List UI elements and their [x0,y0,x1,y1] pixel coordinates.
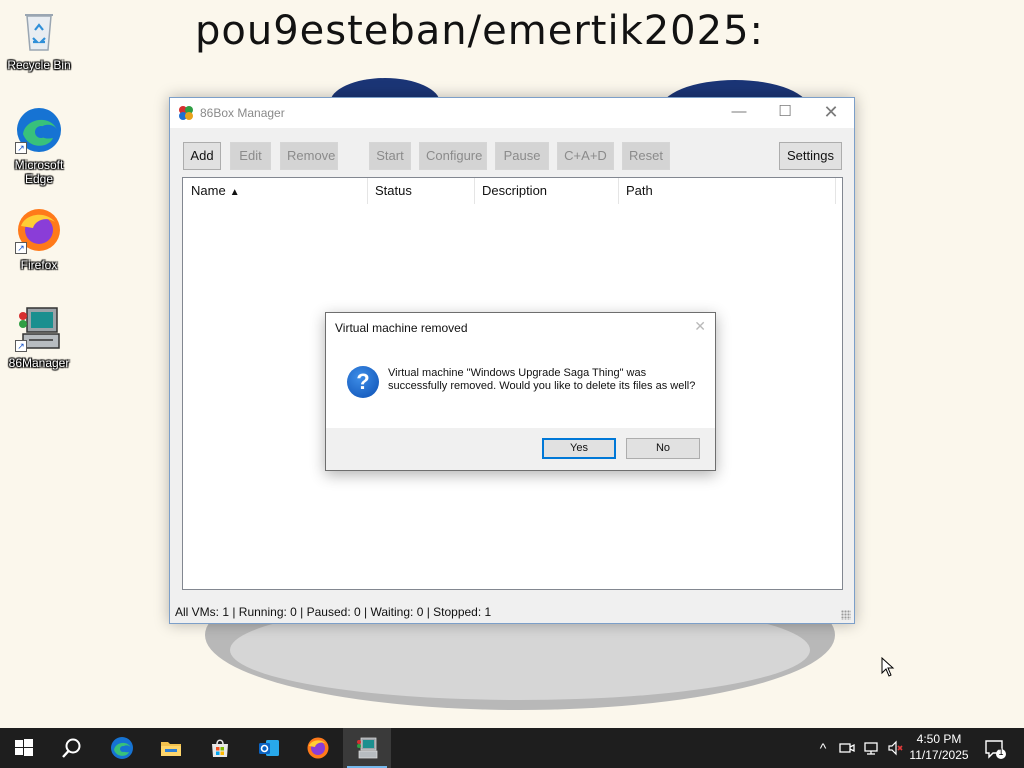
86manager-label: 86Manager [8,356,70,370]
pause-button[interactable]: Pause [495,142,549,170]
recycle-bin-label: Recycle Bin [7,58,71,72]
start-button[interactable]: Start [369,142,411,170]
column-header-description[interactable]: Description [474,178,619,204]
edge-icon [110,736,134,760]
shortcut-arrow-icon: ↗ [15,142,27,154]
start-button[interactable] [0,728,48,768]
minimize-button[interactable]: — [716,98,762,128]
no-button[interactable]: No [626,438,700,459]
close-button[interactable]: ✕ [808,98,854,128]
taskbar-outlook[interactable] [245,728,293,768]
edit-button[interactable]: Edit [230,142,271,170]
add-button[interactable]: Add [183,142,221,170]
folder-icon [159,736,183,760]
windows-logo-icon [12,736,36,760]
clock-time: 4:50 PM [916,732,962,746]
column-header-path[interactable]: Path [618,178,836,204]
desktop-icon-recycle-bin[interactable]: Recycle Bin [1,6,77,72]
86box-computer-icon [355,736,379,760]
dialog-button-bar: Yes No [326,428,715,470]
firefox-icon: ↗ [15,206,63,254]
network-icon[interactable] [862,738,880,758]
desktop-icon-edge[interactable]: ↗ Microsoft Edge [1,106,77,186]
reset-button[interactable]: Reset [622,142,670,170]
taskbar: ^ 4:50 PM 11/17/2025 1 [0,728,1024,768]
firefox-icon [306,736,330,760]
wallpaper-caption: pou9esteban/emertik2025: [195,8,764,54]
column-header-status[interactable]: Status [367,178,475,204]
resize-grip-icon[interactable] [841,610,851,620]
taskbar-edge[interactable] [98,728,146,768]
column-header-name[interactable]: Name ▲ [183,178,368,204]
dialog-close-button[interactable]: ✕ [694,318,706,335]
system-clock[interactable]: 4:50 PM 11/17/2025 [906,731,972,763]
taskbar-file-explorer[interactable] [147,728,195,768]
taskbar-86box-manager[interactable] [343,728,391,768]
86box-computer-icon: ↗ [15,304,63,352]
outlook-icon [257,736,281,760]
taskbar-firefox[interactable] [294,728,342,768]
taskbar-search-button[interactable] [48,728,96,768]
column-name-label: Name [191,183,226,198]
configure-button[interactable]: Configure [419,142,487,170]
shortcut-arrow-icon: ↗ [15,340,27,352]
clock-date: 11/17/2025 [909,748,969,762]
window-title: 86Box Manager [200,106,285,120]
sort-ascending-icon: ▲ [229,187,240,198]
vm-removed-dialog: Virtual machine removed ✕ ? Virtual mach… [325,312,716,471]
edge-icon: ↗ [15,106,63,154]
status-bar: All VMs: 1 | Running: 0 | Paused: 0 | Wa… [170,601,854,623]
taskbar-microsoft-store[interactable] [196,728,244,768]
settings-button[interactable]: Settings [779,142,842,170]
recycle-bin-icon [15,6,63,54]
shortcut-arrow-icon: ↗ [15,242,27,254]
yes-button[interactable]: Yes [542,438,616,459]
question-icon: ? [347,366,379,398]
notification-center-icon[interactable]: 1 [983,738,1007,759]
maximize-button[interactable]: ☐ [762,98,808,128]
notification-count-badge: 1 [998,747,1004,757]
remove-button[interactable]: Remove [280,142,338,170]
ctrl-alt-del-button[interactable]: C+A+D [557,142,614,170]
86box-app-icon [178,105,194,121]
store-icon [208,736,232,760]
show-hidden-icons-chevron[interactable]: ^ [814,738,832,758]
search-icon [60,736,84,760]
toolbar: Add Edit Remove Start Configure Pause C+… [170,128,854,176]
meet-now-icon[interactable] [838,738,856,758]
dialog-message: Virtual machine "Windows Upgrade Saga Th… [388,367,696,392]
speaker-muted-icon[interactable] [886,738,904,758]
firefox-label: Firefox [20,258,58,272]
edge-label: Microsoft Edge [14,158,64,186]
title-bar[interactable]: 86Box Manager — ☐ ✕ [170,98,854,128]
mouse-cursor-icon [881,656,895,677]
desktop-icon-firefox[interactable]: ↗ Firefox [1,206,77,272]
vm-count-status: All VMs: 1 | Running: 0 | Paused: 0 | Wa… [175,605,492,619]
dialog-title: Virtual machine removed [335,321,468,335]
desktop-icon-86manager[interactable]: ↗ 86Manager [1,304,77,370]
